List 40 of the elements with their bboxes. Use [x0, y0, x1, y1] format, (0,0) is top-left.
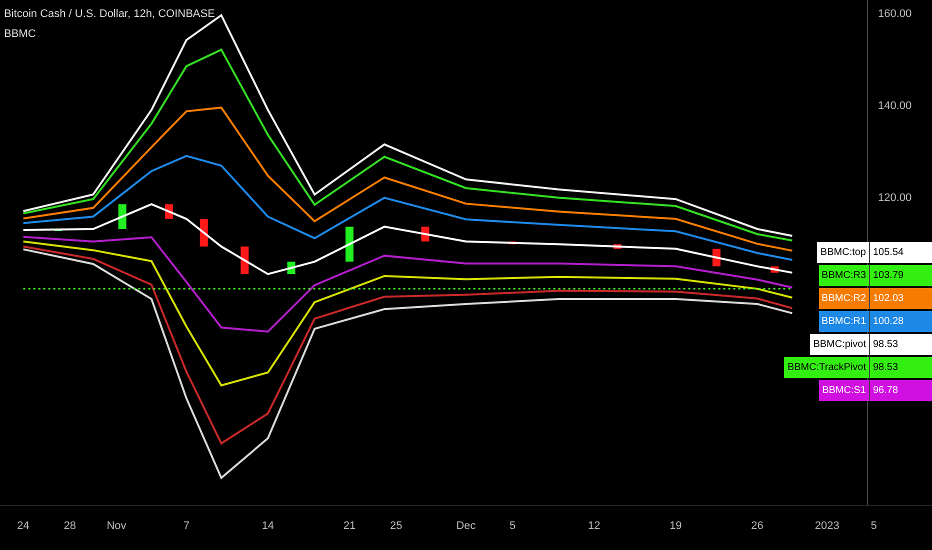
time-axis-label: 2023 [814, 520, 840, 532]
indicator-label: BBMC [4, 28, 36, 40]
series-label: BBMC:R2 [818, 288, 869, 309]
price-axis-label: 120.00 [878, 192, 912, 204]
time-axis-label: 5 [870, 520, 877, 532]
price-axis-label: 140.00 [878, 100, 912, 112]
candlestick [54, 229, 62, 232]
candlestick [240, 246, 249, 274]
time-axis-label: Nov [106, 520, 126, 532]
price-value: 96.78 [869, 380, 932, 401]
time-axis-label: 5 [510, 520, 516, 532]
series-label: BBMC:TrackPivot [784, 357, 869, 378]
price-value: 100.28 [869, 311, 932, 332]
time-axis-label: 7 [183, 520, 190, 532]
candlestick [200, 218, 208, 247]
price-axis-label: 160.00 [878, 8, 912, 20]
price-value: 98.53 [869, 334, 932, 355]
series-label: BBMC:S1 [819, 380, 869, 401]
series-label: BBMC:top [817, 242, 869, 263]
time-axis-label: 12 [588, 520, 600, 532]
time-axis-label: 21 [343, 520, 356, 532]
time-axis-label: 28 [64, 520, 76, 532]
candlestick [613, 244, 622, 249]
price-value: 103.79 [869, 265, 932, 286]
time-axis-label: 25 [390, 520, 402, 532]
series-label: BBMC:R1 [818, 311, 869, 332]
price-value: 102.03 [869, 288, 932, 309]
time-axis-label: 14 [262, 520, 274, 532]
price-value: 105.54 [869, 242, 932, 263]
symbol-title: Bitcoin Cash / U.S. Dollar, 12h, COINBASE [4, 8, 215, 20]
time-axis-label: 26 [751, 520, 764, 532]
price-value: 98.53 [869, 357, 932, 378]
time-axis-label: 24 [17, 520, 30, 532]
series-label: BBMC:pivot [810, 334, 869, 355]
candlestick [346, 226, 354, 262]
candlestick [508, 241, 517, 244]
time-axis-label: 19 [670, 520, 682, 532]
series-label: BBMC:R3 [818, 265, 869, 286]
time-axis-label: Dec [456, 520, 476, 532]
candlestick [118, 204, 126, 230]
